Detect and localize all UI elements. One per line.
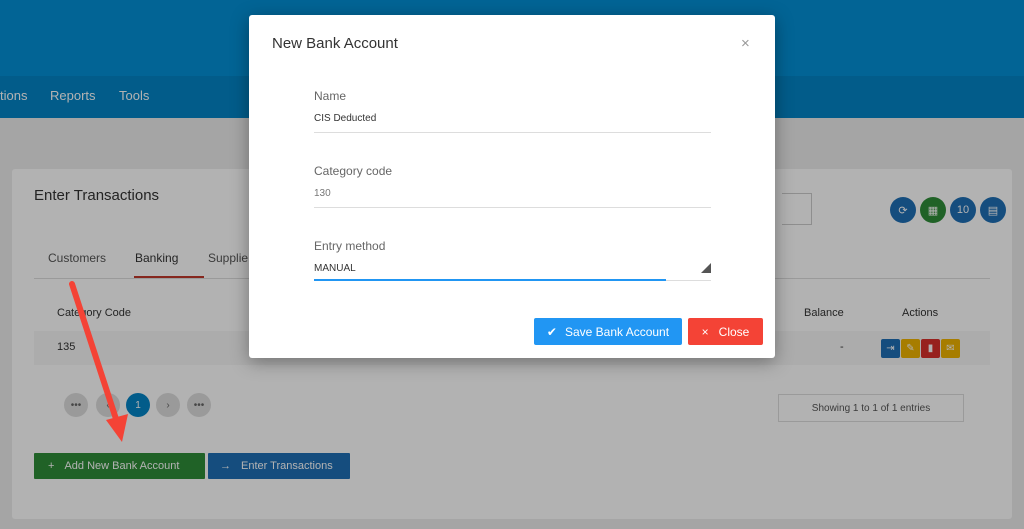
entry-method-select[interactable]: MANUAL [314,263,356,274]
category-code-label: Category code [314,164,393,178]
new-bank-account-dialog: New Bank Account × Name CIS Deducted Cat… [249,15,775,358]
entry-method-label: Entry method [314,239,386,253]
close-x-icon: × [701,324,709,339]
save-bank-account-button[interactable]: ✔ Save Bank Account [534,318,682,345]
name-input[interactable]: CIS Deducted [314,113,376,124]
name-label: Name [314,89,347,103]
name-underline [314,132,711,133]
close-button-label: Close [718,324,750,339]
close-button[interactable]: × Close [688,318,763,345]
entry-method-focus-underline [314,279,666,281]
close-icon[interactable]: × [741,35,750,52]
check-icon: ✔ [546,324,557,339]
save-button-label: Save Bank Account [564,324,670,339]
category-code-input[interactable]: 130 [314,188,331,199]
category-code-underline [314,207,711,208]
dropdown-arrow-icon[interactable] [701,263,711,273]
dialog-title: New Bank Account [272,35,398,52]
